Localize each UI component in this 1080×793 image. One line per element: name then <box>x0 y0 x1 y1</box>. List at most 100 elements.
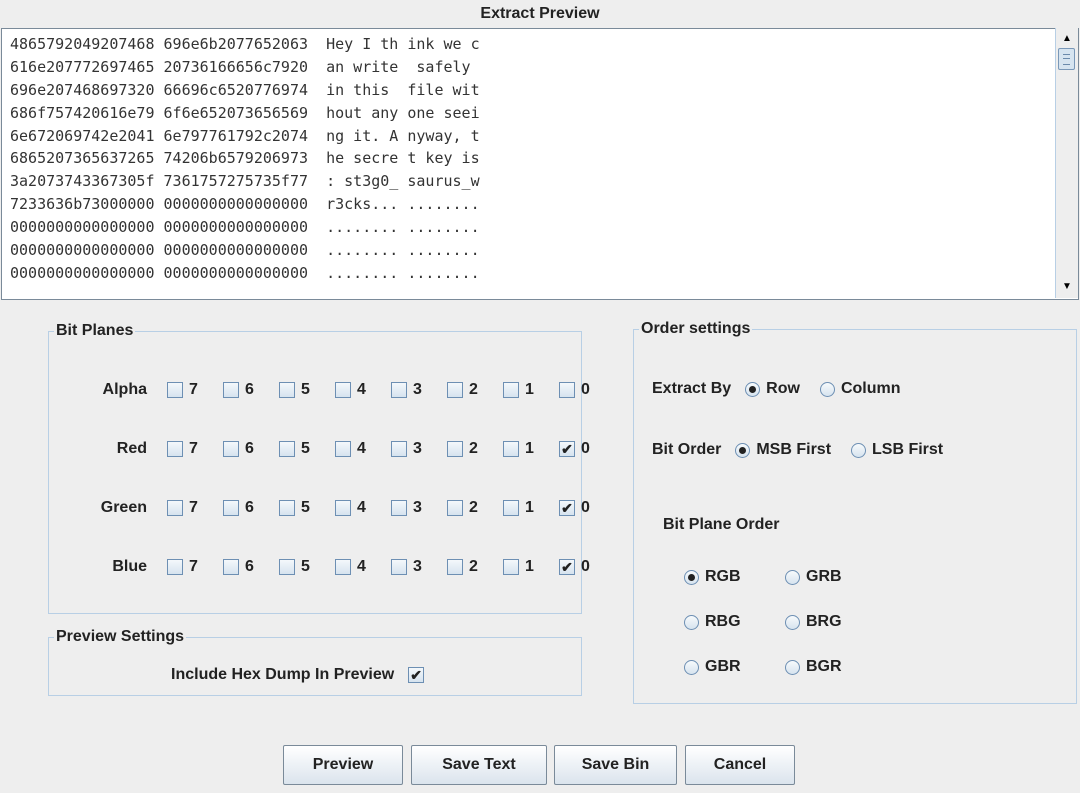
save-bin-button[interactable]: Save Bin <box>554 745 677 785</box>
bit-option[interactable]: 6 <box>223 558 279 576</box>
extract-by-option-row[interactable]: Row <box>745 380 800 398</box>
preview-button[interactable]: Preview <box>283 745 403 785</box>
bit-checkbox[interactable] <box>503 441 519 457</box>
bit-order-option-msb[interactable]: MSB First <box>735 441 831 459</box>
bit-checkbox[interactable] <box>279 382 295 398</box>
bit-option[interactable]: 1 <box>503 499 559 517</box>
bit-option[interactable]: 6 <box>223 440 279 458</box>
bit-option[interactable]: 7 <box>167 440 223 458</box>
bit-checkbox[interactable] <box>503 500 519 516</box>
plane-order-radio[interactable] <box>785 659 800 675</box>
bit-option[interactable]: 3 <box>391 381 447 399</box>
bit-option[interactable]: ✔ 0 <box>559 440 615 458</box>
bit-option[interactable]: 3 <box>391 440 447 458</box>
plane-order-radio[interactable] <box>684 569 699 585</box>
bit-checkbox[interactable] <box>559 382 575 398</box>
bit-checkbox[interactable]: ✔ <box>559 559 575 575</box>
scroll-up-icon[interactable]: ▲ <box>1058 29 1076 47</box>
bit-option[interactable]: 3 <box>391 499 447 517</box>
bit-checkbox[interactable] <box>391 500 407 516</box>
plane-order-radio[interactable] <box>684 659 699 675</box>
bit-checkbox[interactable] <box>167 382 183 398</box>
bit-plane-row-green: Green 7 6 5 4 3 2 1 ✔ 0 <box>49 496 615 520</box>
plane-order-option-grb[interactable]: GRB <box>785 568 842 586</box>
bit-option[interactable]: 2 <box>447 381 503 399</box>
bit-option[interactable]: 2 <box>447 440 503 458</box>
bit-checkbox[interactable] <box>391 382 407 398</box>
bit-checkbox[interactable] <box>167 500 183 516</box>
plane-order-option-rbg[interactable]: RBG <box>684 613 741 631</box>
bit-checkbox[interactable] <box>167 559 183 575</box>
scroll-down-icon[interactable]: ▼ <box>1058 277 1076 295</box>
bit-checkbox[interactable] <box>279 441 295 457</box>
bit-option[interactable]: 1 <box>503 558 559 576</box>
bit-option[interactable]: 5 <box>279 440 335 458</box>
bit-option[interactable]: 5 <box>279 558 335 576</box>
plane-order-option-rgb[interactable]: RGB <box>684 568 741 586</box>
plane-order-option-brg[interactable]: BRG <box>785 613 842 631</box>
bit-option[interactable]: 0 <box>559 381 615 399</box>
plane-order-radio[interactable] <box>684 614 699 630</box>
plane-order-option-gbr[interactable]: GBR <box>684 658 741 676</box>
bit-option[interactable]: 5 <box>279 381 335 399</box>
preview-scrollbar[interactable]: ▲ ▼ <box>1055 28 1078 298</box>
bit-number: 5 <box>301 381 310 398</box>
bit-option[interactable]: 4 <box>335 499 391 517</box>
plane-order-radio[interactable] <box>785 614 800 630</box>
plane-order-radio[interactable] <box>785 569 800 585</box>
cancel-button[interactable]: Cancel <box>685 745 795 785</box>
hex-dump-checkbox[interactable]: ✔ <box>408 667 425 683</box>
extract-by-radio-column[interactable] <box>819 381 835 397</box>
bit-option[interactable]: 4 <box>335 440 391 458</box>
bit-checkbox[interactable] <box>503 559 519 575</box>
bit-checkbox[interactable] <box>335 500 351 516</box>
bit-option[interactable]: ✔ 0 <box>559 499 615 517</box>
bit-order-option-lsb[interactable]: LSB First <box>851 441 943 459</box>
plane-order-label: RBG <box>705 613 741 630</box>
extract-by-option-column[interactable]: Column <box>819 380 900 398</box>
bit-option[interactable]: ✔ 0 <box>559 558 615 576</box>
save-text-button[interactable]: Save Text <box>411 745 547 785</box>
bit-checkbox[interactable] <box>503 382 519 398</box>
bit-checkbox[interactable] <box>391 559 407 575</box>
bit-option[interactable]: 7 <box>167 381 223 399</box>
preview-line: 696e207468697320 66696c6520776974 in thi… <box>10 80 480 99</box>
extract-by-radio-row[interactable] <box>745 381 761 397</box>
plane-order-label: RGB <box>705 568 741 585</box>
bit-checkbox[interactable] <box>223 382 239 398</box>
bit-option[interactable]: 7 <box>167 558 223 576</box>
bit-option[interactable]: 6 <box>223 381 279 399</box>
bit-option[interactable]: 5 <box>279 499 335 517</box>
bit-checkbox[interactable] <box>167 441 183 457</box>
bit-checkbox[interactable] <box>223 500 239 516</box>
bit-order-radio-msb[interactable] <box>735 442 751 458</box>
bit-option[interactable]: 4 <box>335 381 391 399</box>
bit-checkbox[interactable] <box>279 500 295 516</box>
bit-checkbox[interactable] <box>447 382 463 398</box>
scroll-thumb[interactable] <box>1058 48 1075 70</box>
bit-option[interactable]: 7 <box>167 499 223 517</box>
bit-checkbox[interactable] <box>447 441 463 457</box>
bit-order-radio-lsb[interactable] <box>851 442 867 458</box>
bit-option[interactable]: 3 <box>391 558 447 576</box>
bit-checkbox[interactable] <box>447 500 463 516</box>
bit-option[interactable]: 2 <box>447 558 503 576</box>
bit-option[interactable]: 4 <box>335 558 391 576</box>
bit-option[interactable]: 1 <box>503 440 559 458</box>
bit-checkbox[interactable] <box>279 559 295 575</box>
bit-checkbox[interactable] <box>335 559 351 575</box>
bit-checkbox[interactable] <box>335 382 351 398</box>
bit-checkbox[interactable]: ✔ <box>559 500 575 516</box>
bit-checkbox[interactable]: ✔ <box>559 441 575 457</box>
bit-option[interactable]: 1 <box>503 381 559 399</box>
bit-checkbox[interactable] <box>223 559 239 575</box>
bit-checkbox[interactable] <box>447 559 463 575</box>
hex-dump-option[interactable]: Include Hex Dump In Preview ✔ <box>171 666 425 684</box>
bit-option[interactable]: 6 <box>223 499 279 517</box>
plane-order-option-bgr[interactable]: BGR <box>785 658 842 676</box>
extract-preview-area[interactable]: 4865792049207468 696e6b2077652063 Hey I … <box>1 28 1079 300</box>
bit-checkbox[interactable] <box>391 441 407 457</box>
bit-checkbox[interactable] <box>335 441 351 457</box>
bit-checkbox[interactable] <box>223 441 239 457</box>
bit-option[interactable]: 2 <box>447 499 503 517</box>
